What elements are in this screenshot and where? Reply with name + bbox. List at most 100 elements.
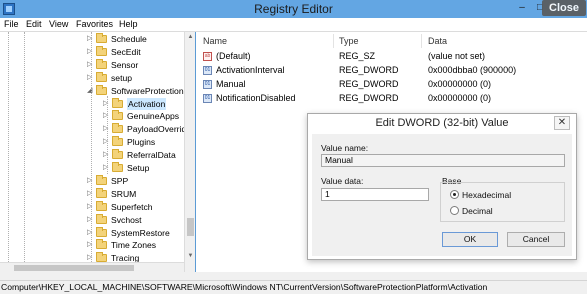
tree-node[interactable]: ▷ Time Zones [0, 239, 184, 251]
column-header-data[interactable]: Data [428, 36, 447, 46]
tree-node[interactable]: ▷ GenuineApps [0, 110, 184, 122]
folder-icon [96, 200, 107, 211]
tree-node[interactable]: ▷ Plugins [0, 136, 184, 148]
tree-guide-line [107, 96, 108, 174]
value-row[interactable]: ab (Default) REG_SZ (value not set) [196, 50, 587, 63]
tree-node[interactable]: ▷ Svchost [0, 213, 184, 226]
value-type: REG_DWORD [339, 93, 399, 103]
value-type: REG_DWORD [339, 79, 399, 89]
folder-icon [112, 110, 123, 121]
menu-view[interactable]: View [49, 19, 68, 29]
menu-help[interactable]: Help [119, 19, 138, 29]
tree-node-label: Time Zones [111, 240, 157, 251]
column-divider[interactable] [333, 34, 334, 48]
scroll-thumb[interactable] [187, 218, 194, 236]
close-button[interactable]: Close [542, 0, 586, 16]
folder-icon [96, 226, 107, 237]
menu-file[interactable]: File [4, 19, 19, 29]
value-data: 0x000dbba0 (900000) [428, 65, 517, 75]
hexadecimal-label[interactable]: Hexadecimal [462, 190, 511, 200]
value-row[interactable]: 01 ActivationInterval REG_DWORD 0x000dbb… [196, 64, 587, 77]
registry-tree[interactable]: ▷ Schedule ▷ SecEdit ▷ Sensor ▷ setup ◢ SoftwareP… [0, 32, 195, 272]
tree-node-label: SPP [111, 175, 129, 186]
tree-node[interactable]: ▷ SystemRestore [0, 226, 184, 239]
tree-node[interactable]: ▷ Sensor [0, 58, 184, 71]
tree-node[interactable]: ▷ Setup [0, 162, 184, 174]
tree-node[interactable]: ◢SoftwareProtectionPlatform [0, 84, 194, 97]
pane-bottom-edge [0, 272, 587, 280]
scroll-up-arrow-icon[interactable]: ▲ [185, 32, 196, 43]
value-name: NotificationDisabled [216, 93, 296, 103]
folder-icon [96, 33, 107, 43]
decimal-radio[interactable] [450, 206, 459, 215]
dword-value-icon: 01 [203, 80, 212, 89]
folder-icon [112, 136, 123, 147]
value-type: REG_SZ [339, 51, 376, 61]
column-header-name[interactable]: Name [203, 36, 227, 46]
value-data: 0x00000000 (0) [428, 93, 492, 103]
tree-node[interactable]: ▷ SPP [0, 174, 184, 187]
tree-guide-line [24, 32, 25, 268]
folder-icon [112, 162, 123, 172]
menu-edit[interactable]: Edit [26, 19, 42, 29]
scroll-thumb[interactable] [14, 265, 134, 271]
column-divider[interactable] [421, 34, 422, 48]
window-title: Registry Editor [254, 2, 333, 16]
folder-icon [112, 149, 123, 160]
tree-node-label: Plugins [127, 137, 156, 148]
folder-icon [96, 213, 107, 224]
hexadecimal-radio[interactable] [450, 190, 459, 199]
value-data-label: Value data: [321, 176, 364, 186]
tree-node[interactable]: ▷ ReferralData [0, 149, 184, 161]
tree-node-label: Sensor [111, 59, 139, 70]
tree-node[interactable]: ▷ Schedule [0, 33, 184, 45]
folder-icon [96, 45, 107, 56]
value-name: (Default) [216, 51, 251, 61]
tree-node-label: Schedule [111, 34, 147, 44]
tree-node[interactable]: ▷ Activation [0, 97, 184, 110]
base-group [440, 182, 565, 222]
tree-node-label: Setup [127, 163, 150, 173]
tree-node[interactable]: ▷ PayloadOverride [0, 123, 191, 135]
cancel-button[interactable]: Cancel [507, 232, 565, 247]
tree-node-label: SystemRestore [111, 227, 170, 238]
folder-icon [112, 123, 123, 134]
value-name-field[interactable]: Manual [321, 154, 565, 167]
folder-icon [96, 71, 107, 82]
menu-favorites[interactable]: Favorites [76, 19, 113, 29]
value-row[interactable]: 01 Manual REG_DWORD 0x00000000 (0) [196, 78, 587, 91]
minimize-button[interactable]: – [515, 1, 529, 15]
decimal-label[interactable]: Decimal [462, 206, 493, 216]
tree-node[interactable]: ▷ setup [0, 71, 184, 84]
tree-node[interactable]: ▷ SecEdit [0, 45, 184, 58]
column-header-type[interactable]: Type [339, 36, 359, 46]
menu-bar: File Edit View Favorites Help [0, 18, 587, 32]
tree-guide-line [91, 32, 92, 268]
tree-node-label: SecEdit [111, 46, 141, 57]
dword-value-icon: 01 [203, 94, 212, 103]
value-data: 0x00000000 (0) [428, 79, 492, 89]
edit-dword-dialog: Edit DWORD (32-bit) Value ✕ Value name: … [307, 113, 577, 260]
ok-button[interactable]: OK [442, 232, 498, 247]
value-name: ActivationInterval [216, 65, 285, 75]
dialog-close-button[interactable]: ✕ [554, 116, 570, 130]
value-name: Manual [216, 79, 246, 89]
string-value-icon: ab [203, 52, 212, 61]
scroll-down-arrow-icon[interactable]: ▼ [185, 251, 196, 262]
value-type: REG_DWORD [339, 65, 399, 75]
tree-vertical-scrollbar[interactable]: ▲ ▼ [184, 32, 195, 272]
status-bar-path: Computer\HKEY_LOCAL_MACHINE\SOFTWARE\Mic… [0, 280, 587, 294]
value-data-field[interactable]: 1 [321, 188, 429, 201]
tree-node-label: setup [111, 72, 133, 83]
value-row[interactable]: 01 NotificationDisabled REG_DWORD 0x0000… [196, 92, 587, 105]
dialog-body: Value name: Manual Value data: 1 Base He… [312, 134, 572, 256]
tree-node-label: ReferralData [127, 150, 176, 161]
tree-horizontal-scrollbar[interactable] [0, 262, 184, 272]
title-bar: Registry Editor – □ ✕ Close [0, 0, 587, 18]
tree-node[interactable]: ▷ Superfetch [0, 200, 184, 213]
folder-icon [96, 174, 107, 185]
tree-node[interactable]: ▷ SRUM [0, 187, 184, 200]
folder-icon [96, 187, 107, 198]
tree-node-label: Superfetch [111, 201, 153, 212]
value-name-label: Value name: [321, 143, 369, 153]
